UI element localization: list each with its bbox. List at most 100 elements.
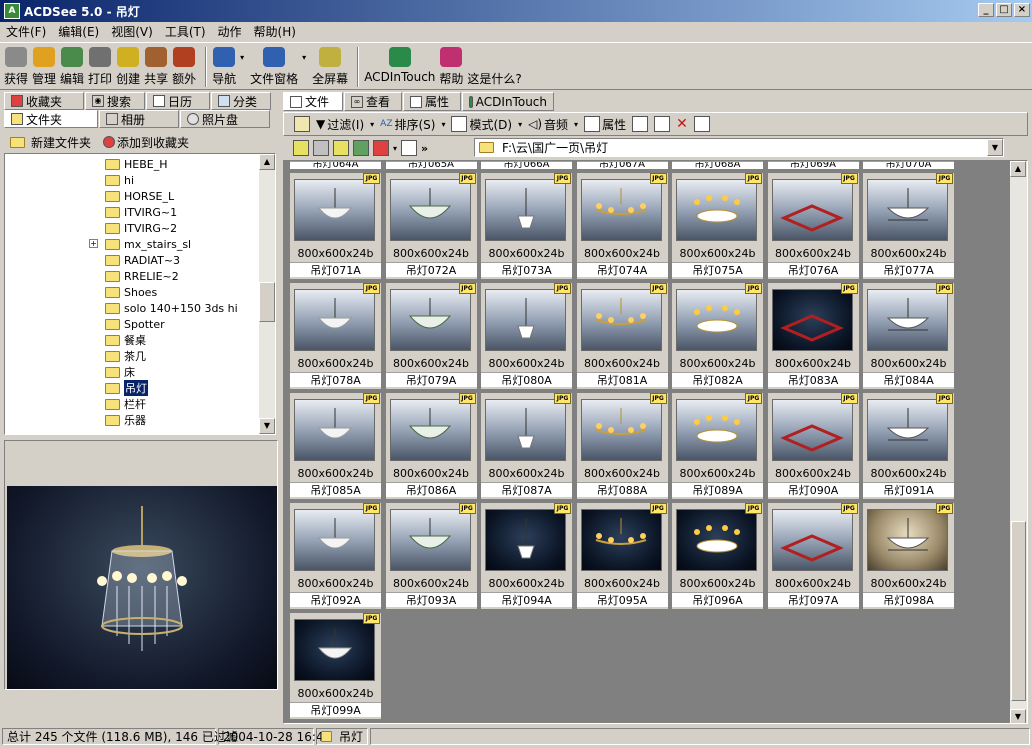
tab-albums[interactable]: 相册 — [99, 110, 179, 128]
audio-button[interactable]: ◁) 音频 — [528, 116, 568, 133]
thumbnail-item[interactable]: JPG 800x600x24b 吊灯075A — [672, 173, 763, 279]
thumbnail-item[interactable]: JPG 800x600x24b 吊灯087A — [481, 393, 572, 499]
back-icon[interactable] — [293, 140, 309, 156]
thumbnail-item[interactable]: JPG 800x600x24b 吊灯094A — [481, 503, 572, 609]
tree-node[interactable]: RRELIE~2 — [105, 268, 179, 284]
tab-calendar[interactable]: 日历 — [146, 92, 210, 110]
thumbnail-item[interactable]: JPG 800x600x24b 吊灯088A — [576, 393, 668, 499]
tab-file[interactable]: 文件 — [283, 92, 343, 111]
thumbnail-item[interactable]: JPG 800x600x24b 吊灯099A — [290, 613, 381, 719]
filter-button[interactable]: ▼ 过滤(I) — [316, 116, 364, 133]
toolbar-dropdown-icon[interactable]: ▾ — [240, 53, 244, 62]
thumbnail-item[interactable]: JPG 800x600x24b 吊灯085A — [290, 393, 381, 499]
toolbar-dropdown-icon[interactable]: ▾ — [302, 53, 306, 62]
tree-node[interactable]: HEBE_H — [105, 156, 168, 172]
tree-scrollbar[interactable]: ▲ ▼ — [259, 154, 275, 434]
maximize-button[interactable]: □ — [996, 3, 1012, 17]
audio-dropdown-icon[interactable]: ▾ — [574, 120, 578, 129]
refresh-icon[interactable] — [353, 140, 369, 156]
thumbnail-item[interactable]: JPG 800x600x24b 吊灯091A — [863, 393, 954, 499]
tree-node[interactable]: RADIAT~3 — [105, 252, 180, 268]
grid-scroll-thumb[interactable] — [1011, 521, 1026, 701]
toolbar-button-file-pane[interactable]: 文件窗格 — [250, 43, 298, 87]
thumbnail-partial[interactable]: 吊灯064A — [290, 161, 381, 169]
thumbnail-grid[interactable]: 吊灯064A 吊灯065A 吊灯066A 吊灯067A 吊灯068A 吊灯069A 吊灯07… — [283, 160, 1028, 724]
thumbnail-item[interactable]: JPG 800x600x24b 吊灯097A — [767, 503, 859, 609]
thumbnail-item[interactable]: JPG 800x600x24b 吊灯073A — [481, 173, 572, 279]
toolbar-button-help[interactable]: 帮助 — [439, 43, 463, 87]
tree-node[interactable]: Shoes — [105, 284, 157, 300]
tab-properties[interactable]: 属性 — [403, 92, 461, 111]
toolbar-button-manage[interactable]: 管理 — [32, 43, 56, 87]
tree-node[interactable]: 茶几 — [105, 348, 146, 364]
folder-tree[interactable]: HEBE_H hi HORSE_L ITVIRG~1 ITVIRG~2 mx_stairs… — [4, 153, 276, 435]
menu-tools[interactable]: 工具(T) — [165, 23, 206, 40]
thumbnail-item[interactable]: JPG 800x600x24b 吊灯095A — [576, 503, 668, 609]
thumbnail-item[interactable]: JPG 800x600x24b 吊灯089A — [672, 393, 763, 499]
toolbar-button-print[interactable]: 打印 — [88, 43, 112, 87]
rename-icon[interactable] — [693, 116, 710, 132]
tree-scroll-down-button[interactable]: ▼ — [259, 418, 275, 434]
tree-node[interactable]: 床 — [105, 364, 135, 380]
tree-node[interactable]: 餐桌 — [105, 332, 146, 348]
thumbnail-item[interactable]: JPG 800x600x24b 吊灯098A — [863, 503, 954, 609]
thumbnail-item[interactable]: JPG 800x600x24b 吊灯096A — [672, 503, 763, 609]
toolbar-button-extra[interactable]: 额外 — [172, 43, 196, 87]
tree-node[interactable]: ITVIRG~2 — [105, 220, 177, 236]
tree-node[interactable]: ITVIRG~1 — [105, 204, 177, 220]
thumbnail-partial[interactable]: 吊灯069A — [767, 161, 859, 169]
thumbnail-partial[interactable]: 吊灯068A — [672, 161, 763, 169]
history-icon[interactable] — [401, 140, 418, 156]
tree-expand-button[interactable]: + — [89, 239, 98, 248]
toolbar-button-fullscreen[interactable]: 全屏幕 — [312, 43, 348, 87]
tab-categories[interactable]: 分类 — [211, 92, 271, 110]
thumbnail-partial[interactable]: 吊灯067A — [576, 161, 668, 169]
properties-button[interactable]: 属性 — [584, 116, 626, 133]
close-button[interactable]: × — [1014, 3, 1030, 17]
grid-scroll-down-button[interactable]: ▼ — [1010, 709, 1026, 723]
thumbnail-item[interactable]: JPG 800x600x24b 吊灯081A — [576, 283, 668, 389]
thumbnail-item[interactable]: JPG 800x600x24b 吊灯071A — [290, 173, 381, 279]
thumbnail-partial[interactable]: 吊灯070A — [863, 161, 954, 169]
open-folder-icon[interactable] — [294, 116, 310, 132]
thumbnail-item[interactable]: JPG 800x600x24b 吊灯082A — [672, 283, 763, 389]
toolbar-button-share[interactable]: 共享 — [144, 43, 168, 87]
tab-search[interactable]: ◉ 搜索 — [85, 92, 145, 110]
favorites-nav-icon[interactable] — [373, 140, 389, 156]
toolbar-button-create[interactable]: 创建 — [116, 43, 140, 87]
thumbnail-item[interactable]: JPG 800x600x24b 吊灯083A — [767, 283, 859, 389]
sort-dropdown-icon[interactable]: ▾ — [441, 120, 445, 129]
menu-file[interactable]: 文件(F) — [6, 23, 46, 40]
minimize-button[interactable]: _ — [978, 3, 994, 17]
delete-icon[interactable]: ✕ — [676, 116, 688, 132]
acdsee-app-icon[interactable]: A — [4, 3, 20, 19]
toolbar-button-acdintouch[interactable]: ACDInTouch — [364, 43, 435, 84]
paste-icon[interactable] — [654, 116, 671, 132]
menu-view[interactable]: 视图(V) — [111, 23, 153, 40]
toolbar-button-edit[interactable]: 编辑 — [60, 43, 84, 87]
grid-scroll-up-button[interactable]: ▲ — [1010, 161, 1026, 177]
favorites-dropdown-icon[interactable]: ▾ — [393, 144, 397, 153]
tab-acdintouch[interactable]: ACDInTouch — [462, 92, 554, 111]
tree-node[interactable]: 吊灯 — [105, 380, 148, 396]
tree-node[interactable]: mx_stairs_sl — [105, 236, 191, 252]
tree-node[interactable]: Spotter — [105, 316, 165, 332]
thumbnail-item[interactable]: JPG 800x600x24b 吊灯079A — [385, 283, 477, 389]
sort-button[interactable]: AZ 排序(S) — [380, 116, 435, 133]
thumbnail-item[interactable]: JPG 800x600x24b 吊灯078A — [290, 283, 381, 389]
thumbnail-item[interactable]: JPG 800x600x24b 吊灯080A — [481, 283, 572, 389]
thumbnail-partial[interactable]: 吊灯065A — [385, 161, 477, 169]
toolbar-button-navigate[interactable]: 导航 — [212, 43, 236, 87]
thumbnail-item[interactable]: JPG 800x600x24b 吊灯092A — [290, 503, 381, 609]
tree-scroll-thumb[interactable] — [259, 282, 275, 322]
path-combo[interactable]: F:\云\国广一页\吊灯 ▼ — [474, 138, 1004, 157]
menu-actions[interactable]: 动作 — [218, 23, 242, 40]
menu-help[interactable]: 帮助(H) — [254, 23, 296, 40]
menu-edit[interactable]: 编辑(E) — [58, 23, 99, 40]
tree-node[interactable]: HORSE_L — [105, 188, 174, 204]
thumbnail-item[interactable]: JPG 800x600x24b 吊灯074A — [576, 173, 668, 279]
tree-node[interactable]: 栏杆 — [105, 396, 146, 412]
tree-node[interactable]: solo 140+150 3ds hi — [105, 300, 238, 316]
mode-button[interactable]: 模式(D) — [451, 116, 512, 133]
forward-icon[interactable] — [313, 140, 329, 156]
